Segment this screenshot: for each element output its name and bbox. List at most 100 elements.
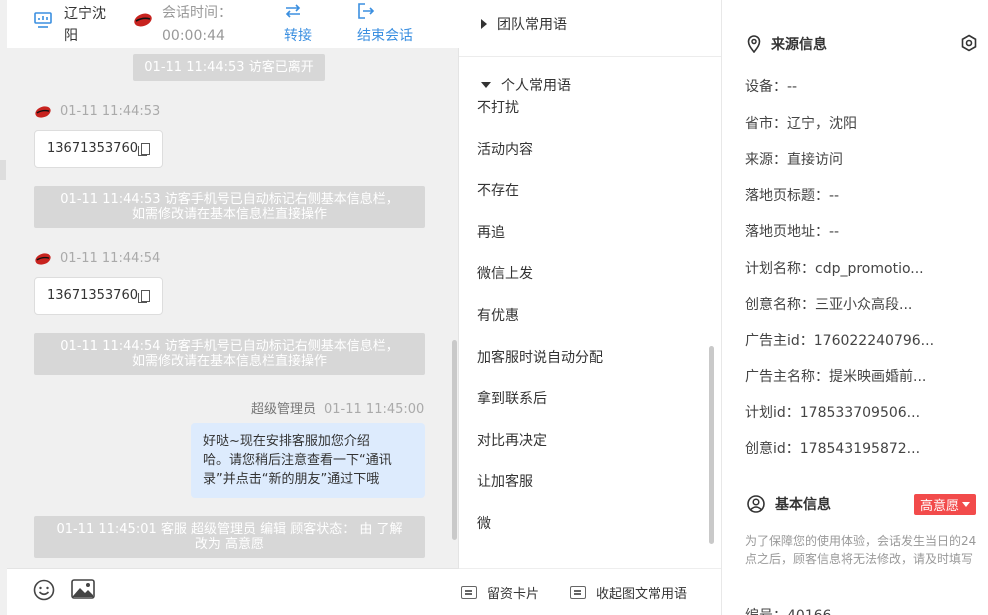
system-line-1: 01-11 11:44:54 访客手机号已自动标记右侧基本信息栏， <box>60 339 399 354</box>
lips-icon <box>35 252 51 265</box>
collapse-arrow-icon <box>481 82 491 88</box>
collapse-phrases-label: 收起图文常用语 <box>596 587 688 602</box>
system-message-status-change: 01-11 11:45:01 客服 超级管理员 编辑 顾客状态： 由 了解 改为… <box>34 516 425 558</box>
card-icon <box>461 586 477 599</box>
user-circle-icon <box>747 495 765 513</box>
personal-phrases-label: 个人常用语 <box>501 78 571 94</box>
info-card-label: 留资卡片 <box>487 587 540 602</box>
message-list: 01-11 11:44:53 访客已离开 01-11 11:44:53 1367… <box>7 48 452 568</box>
system-message-phone-marked: 01-11 11:44:53 访客手机号已自动标记右侧基本信息栏， 如需修改请在… <box>34 186 425 228</box>
monitor-icon <box>34 12 52 28</box>
transfer-icon[interactable] <box>284 3 302 19</box>
phrases-toolbar: 留资卡片 收起图文常用语 <box>459 568 721 615</box>
agent-name: 超级管理员 <box>251 402 317 417</box>
system-line-2: 如需修改请在基本信息栏直接操作 <box>131 354 327 369</box>
basic-info-section-title: 基本信息 <box>747 494 831 514</box>
message-timestamp: 01-11 11:45:00 <box>324 402 425 417</box>
bubble-line: 哈。请您稍后注意查看一下“通讯 <box>203 453 392 468</box>
phone-number: 13671353760 <box>47 288 138 303</box>
copy-icon[interactable] <box>137 290 150 303</box>
intent-status-label: 高意愿 <box>920 499 960 514</box>
visitor-phone-message[interactable]: 13671353760 <box>34 277 163 315</box>
phrase-item[interactable]: 不打扰 <box>477 97 519 117</box>
lips-icon <box>35 105 51 118</box>
info-source: 来源：直接访问 <box>745 152 843 168</box>
info-device: 设备：-- <box>745 79 798 95</box>
info-province-city: 省市：辽宁，沈阳 <box>745 116 857 132</box>
phrases-panel: 团队常用语 个人常用语 不打扰 活动内容 不存在 再追 微信上发 有优惠 加客服… <box>459 0 722 615</box>
info-landing-url: 落地页地址：-- <box>745 224 840 240</box>
message-timestamp: 01-11 11:44:53 <box>60 104 161 119</box>
phrase-item[interactable]: 微信上发 <box>477 263 533 283</box>
team-phrases-label: 团队常用语 <box>497 17 567 33</box>
system-line-2: 改为 高意愿 <box>194 537 265 552</box>
card-icon <box>570 586 586 599</box>
info-advertiser-name: 广告主名称：提米映画婚前... <box>745 369 927 385</box>
phrase-item[interactable]: 让加客服 <box>477 471 533 491</box>
message-timestamp: 01-11 11:44:54 <box>60 251 161 266</box>
agent-message-header: 超级管理员 01-11 11:45:00 <box>251 398 424 417</box>
expand-arrow-icon <box>481 19 487 29</box>
team-phrases-group[interactable]: 团队常用语 <box>481 14 567 34</box>
chat-panel: 辽宁沈 阳 会话时间： 00:00:44 转接 结束会话 01-11 11:44… <box>0 0 459 615</box>
phone-number: 13671353760 <box>47 141 138 156</box>
chat-header: 辽宁沈 阳 会话时间： 00:00:44 转接 结束会话 <box>7 0 459 48</box>
location-pin-icon <box>747 35 761 53</box>
personal-phrases-group[interactable]: 个人常用语 <box>481 75 571 95</box>
info-advertiser-id: 广告主id：176022240796... <box>745 333 935 349</box>
info-card-button[interactable]: 留资卡片 <box>461 583 539 602</box>
location-line-1: 辽宁沈 <box>64 6 106 22</box>
system-line-2: 如需修改请在基本信息栏直接操作 <box>131 207 327 222</box>
phrase-item[interactable]: 加客服时说自动分配 <box>477 347 603 367</box>
phrase-item[interactable]: 不存在 <box>477 180 519 200</box>
source-info-label: 来源信息 <box>771 37 827 53</box>
image-icon[interactable] <box>71 579 95 599</box>
phrase-item[interactable]: 对比再决定 <box>477 430 547 450</box>
visitor-info-panel: 来源信息 设备：-- 省市：辽宁，沈阳 来源：直接访问 落地页标题：-- 落地页… <box>723 0 988 615</box>
phrase-item[interactable]: 拿到联系后 <box>477 388 547 408</box>
edit-deadline-note: 为了保障您的使用体验，会话发生当日的24点之后，顾客信息将无法修改，请及时填写 <box>745 534 977 566</box>
chevron-down-icon <box>962 502 971 507</box>
visitor-phone-message[interactable]: 13671353760 <box>34 130 163 168</box>
info-creative-name: 创意名称：三亚小众高段... <box>745 297 913 313</box>
phrases-scrollbar[interactable] <box>709 346 714 544</box>
system-message-phone-marked: 01-11 11:44:54 访客手机号已自动标记右侧基本信息栏， 如需修改请在… <box>34 333 425 375</box>
phrase-item[interactable]: 有优惠 <box>477 305 519 325</box>
chat-scrollbar[interactable] <box>452 340 457 540</box>
lips-icon <box>134 13 152 27</box>
info-plan-name: 计划名称：cdp_promotio... <box>745 261 924 277</box>
phrase-item[interactable]: 活动内容 <box>477 139 533 159</box>
copy-icon[interactable] <box>137 143 150 156</box>
phrase-item[interactable]: 再追 <box>477 222 505 242</box>
info-landing-title: 落地页标题：-- <box>745 188 840 204</box>
source-info-section-title: 来源信息 <box>747 34 827 54</box>
bubble-line: 好哒~现在安排客服加您介绍 <box>203 434 370 449</box>
location-line-2: 阳 <box>64 28 78 44</box>
info-creative-id: 创意id：178543195872... <box>745 441 921 457</box>
visitor-location: 辽宁沈 阳 <box>64 3 106 47</box>
collapse-phrases-button[interactable]: 收起图文常用语 <box>570 583 687 602</box>
emoji-icon[interactable] <box>33 579 55 601</box>
transfer-button[interactable]: 转接 <box>284 25 312 47</box>
bubble-line: 录”并点击“新的朋友”通过下哦 <box>203 472 380 487</box>
divider <box>459 56 721 57</box>
settings-icon[interactable] <box>960 34 978 52</box>
system-message-visitor-left: 01-11 11:44:53 访客已离开 <box>133 54 325 81</box>
session-time-label: 会话时间： <box>162 5 232 21</box>
info-plan-id: 计划id：178533709506... <box>745 405 921 421</box>
visitor-message-header: 01-11 11:44:53 <box>34 104 160 119</box>
system-line-1: 01-11 11:45:01 客服 超级管理员 编辑 顾客状态： 由 了解 <box>56 522 403 537</box>
end-session-button[interactable]: 结束会话 <box>357 25 413 47</box>
basic-info-label: 基本信息 <box>775 497 831 513</box>
collapse-handle[interactable] <box>0 160 6 180</box>
system-line-1: 01-11 11:44:53 访客手机号已自动标记右侧基本信息栏， <box>60 192 399 207</box>
visitor-message-header: 01-11 11:44:54 <box>34 251 160 266</box>
phrase-item[interactable]: 微 <box>477 513 491 533</box>
chat-toolbar <box>7 568 459 615</box>
agent-message-bubble[interactable]: 好哒~现在安排客服加您介绍 哈。请您稍后注意查看一下“通讯 录”并点击“新的朋友… <box>191 423 425 498</box>
app-root: 辽宁沈 阳 会话时间： 00:00:44 转接 结束会话 01-11 11:44… <box>0 0 988 615</box>
intent-status-dropdown[interactable]: 高意愿 <box>914 494 977 515</box>
session-time-value: 00:00:44 <box>162 28 225 44</box>
info-id: 编号：40166 <box>745 605 832 615</box>
exit-icon[interactable] <box>357 2 375 20</box>
